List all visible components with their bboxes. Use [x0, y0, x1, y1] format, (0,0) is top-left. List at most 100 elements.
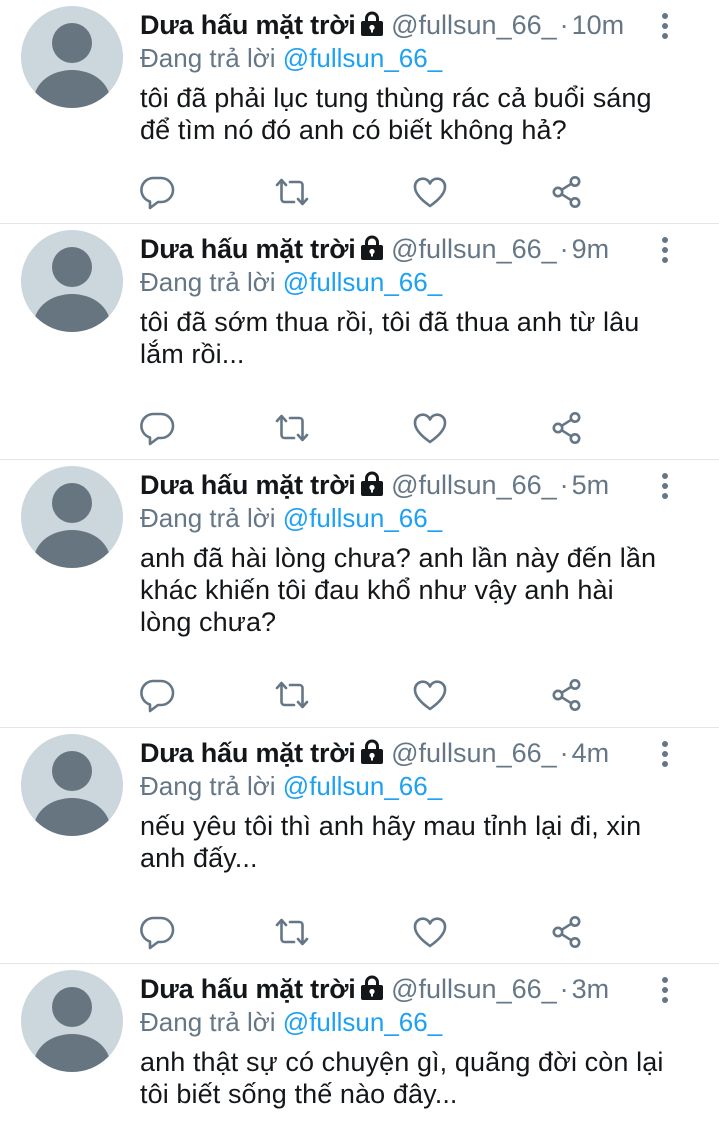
lock-icon — [360, 471, 383, 496]
user-handle[interactable]: @fullsun_66_ — [391, 10, 557, 40]
lock-icon — [360, 975, 383, 1000]
tweet-text-line: anh thật sự có chuyện gì, quãng đời còn … — [140, 1047, 664, 1077]
replying-to: Đang trả lời @fullsun_66_ — [140, 502, 442, 534]
share-icon[interactable] — [549, 677, 585, 713]
display-name[interactable]: Dưa hấu mặt trời — [140, 234, 356, 264]
replying-to-handle[interactable]: @fullsun_66_ — [283, 771, 442, 801]
tweet-actions — [0, 914, 719, 954]
retweet-icon[interactable] — [274, 677, 310, 713]
heart-icon[interactable] — [412, 174, 448, 210]
tweet[interactable]: Dưa hấu mặt trời @fullsun_66_ · 3m Đang tr… — [0, 964, 719, 1143]
tweet-actions — [0, 410, 719, 450]
more-vertical-icon[interactable] — [653, 236, 677, 264]
display-name[interactable]: Dưa hấu mặt trời — [140, 738, 356, 768]
avatar[interactable] — [21, 466, 123, 568]
replying-to-handle[interactable]: @fullsun_66_ — [283, 1007, 442, 1037]
retweet-icon[interactable] — [274, 914, 310, 950]
share-icon[interactable] — [549, 914, 585, 950]
lock-icon — [360, 235, 383, 260]
avatar[interactable] — [21, 970, 123, 1072]
reply-icon[interactable] — [139, 174, 175, 210]
timestamp[interactable]: 4m — [572, 738, 610, 768]
tweet-actions — [0, 174, 719, 214]
display-name[interactable]: Dưa hấu mặt trời — [140, 470, 356, 500]
avatar-head — [52, 987, 92, 1027]
avatar-body — [34, 798, 110, 836]
tweet-actions — [0, 677, 719, 717]
share-icon[interactable] — [549, 174, 585, 210]
avatar[interactable] — [21, 6, 123, 108]
timestamp[interactable]: 5m — [572, 470, 610, 500]
reply-icon[interactable] — [139, 677, 175, 713]
tweet[interactable]: Dưa hấu mặt trời @fullsun_66_ · 9m Đang tr… — [0, 224, 719, 460]
more-vertical-icon[interactable] — [653, 472, 677, 500]
avatar-head — [52, 247, 92, 287]
more-vertical-icon[interactable] — [653, 740, 677, 768]
tweet-header: Dưa hấu mặt trời @fullsun_66_ · 4m — [140, 736, 660, 770]
timestamp[interactable]: 9m — [572, 234, 610, 264]
replying-to-label: Đang trả lời — [140, 1007, 276, 1037]
user-handle[interactable]: @fullsun_66_ — [391, 738, 557, 768]
tweet-text-line: khác khiến tôi đau khổ như vậy anh hài — [140, 575, 614, 605]
tweet[interactable]: Dưa hấu mặt trời @fullsun_66_ · 4m Đang tr… — [0, 728, 719, 964]
tweet-text-line: tôi đã sớm thua rồi, tôi đã thua anh từ … — [140, 307, 640, 337]
more-vertical-icon[interactable] — [653, 12, 677, 40]
display-name[interactable]: Dưa hấu mặt trời — [140, 10, 356, 40]
heart-icon[interactable] — [412, 410, 448, 446]
tweet-text-line: nếu yêu tôi thì anh hãy mau tỉnh lại đi,… — [140, 811, 642, 841]
tweet-header: Dưa hấu mặt trời @fullsun_66_ · 9m — [140, 232, 660, 266]
separator-dot: · — [559, 974, 569, 1004]
display-name[interactable]: Dưa hấu mặt trời — [140, 974, 356, 1004]
tweet-header: Dưa hấu mặt trời @fullsun_66_ · 10m — [140, 8, 660, 42]
tweet-text-line: anh đấy... — [140, 843, 258, 873]
timestamp[interactable]: 10m — [572, 10, 625, 40]
tweet-text: tôi đã sớm thua rồi, tôi đã thua anh từ … — [140, 306, 700, 370]
replying-to-handle[interactable]: @fullsun_66_ — [283, 267, 442, 297]
timestamp[interactable]: 3m — [572, 974, 610, 1004]
replying-to-label: Đang trả lời — [140, 267, 276, 297]
avatar-head — [52, 751, 92, 791]
tweet-text-line: tôi đã phải lục tung thùng rác cả buổi s… — [140, 83, 652, 113]
share-icon[interactable] — [549, 410, 585, 446]
heart-icon[interactable] — [412, 677, 448, 713]
retweet-icon[interactable] — [274, 174, 310, 210]
tweet-header: Dưa hấu mặt trời @fullsun_66_ · 3m — [140, 972, 660, 1006]
tweet-text: anh thật sự có chuyện gì, quãng đời còn … — [140, 1046, 700, 1110]
separator-dot: · — [559, 738, 569, 768]
avatar-body — [34, 294, 110, 332]
tweet-text-line: để tìm nó đó anh có biết không hả? — [140, 115, 567, 145]
tweet-text: tôi đã phải lục tung thùng rác cả buổi s… — [140, 82, 700, 146]
user-handle[interactable]: @fullsun_66_ — [391, 234, 557, 264]
replying-to-label: Đang trả lời — [140, 771, 276, 801]
lock-icon — [360, 739, 383, 764]
user-handle[interactable]: @fullsun_66_ — [391, 974, 557, 1004]
replying-to-label: Đang trả lời — [140, 503, 276, 533]
separator-dot: · — [559, 470, 569, 500]
avatar-head — [52, 23, 92, 63]
reply-icon[interactable] — [139, 914, 175, 950]
tweet-header: Dưa hấu mặt trời @fullsun_66_ · 5m — [140, 468, 660, 502]
heart-icon[interactable] — [412, 914, 448, 950]
replying-to: Đang trả lời @fullsun_66_ — [140, 770, 442, 802]
tweet-text: nếu yêu tôi thì anh hãy mau tỉnh lại đi,… — [140, 810, 700, 874]
replying-to-handle[interactable]: @fullsun_66_ — [283, 43, 442, 73]
tweet[interactable]: Dưa hấu mặt trời @fullsun_66_ · 5m Đang tr… — [0, 460, 719, 728]
replying-to-handle[interactable]: @fullsun_66_ — [283, 503, 442, 533]
retweet-icon[interactable] — [274, 410, 310, 446]
replying-to: Đang trả lời @fullsun_66_ — [140, 42, 442, 74]
user-handle[interactable]: @fullsun_66_ — [391, 470, 557, 500]
tweet-text-line: anh đã hài lòng chưa? anh lần này đến lầ… — [140, 543, 657, 573]
avatar[interactable] — [21, 230, 123, 332]
replying-to-label: Đang trả lời — [140, 43, 276, 73]
tweet-text-line: lắm rồi... — [140, 339, 245, 369]
avatar[interactable] — [21, 734, 123, 836]
avatar-body — [34, 70, 110, 108]
tweet[interactable]: Dưa hấu mặt trời @fullsun_66_ · 10m Đang t… — [0, 0, 719, 224]
reply-icon[interactable] — [139, 410, 175, 446]
tweet-text: anh đã hài lòng chưa? anh lần này đến lầ… — [140, 542, 700, 638]
lock-icon — [360, 11, 383, 36]
separator-dot: · — [559, 10, 569, 40]
avatar-head — [52, 483, 92, 523]
tweet-text-line: tôi biết sống thế nào đây... — [140, 1079, 458, 1109]
more-vertical-icon[interactable] — [653, 976, 677, 1004]
